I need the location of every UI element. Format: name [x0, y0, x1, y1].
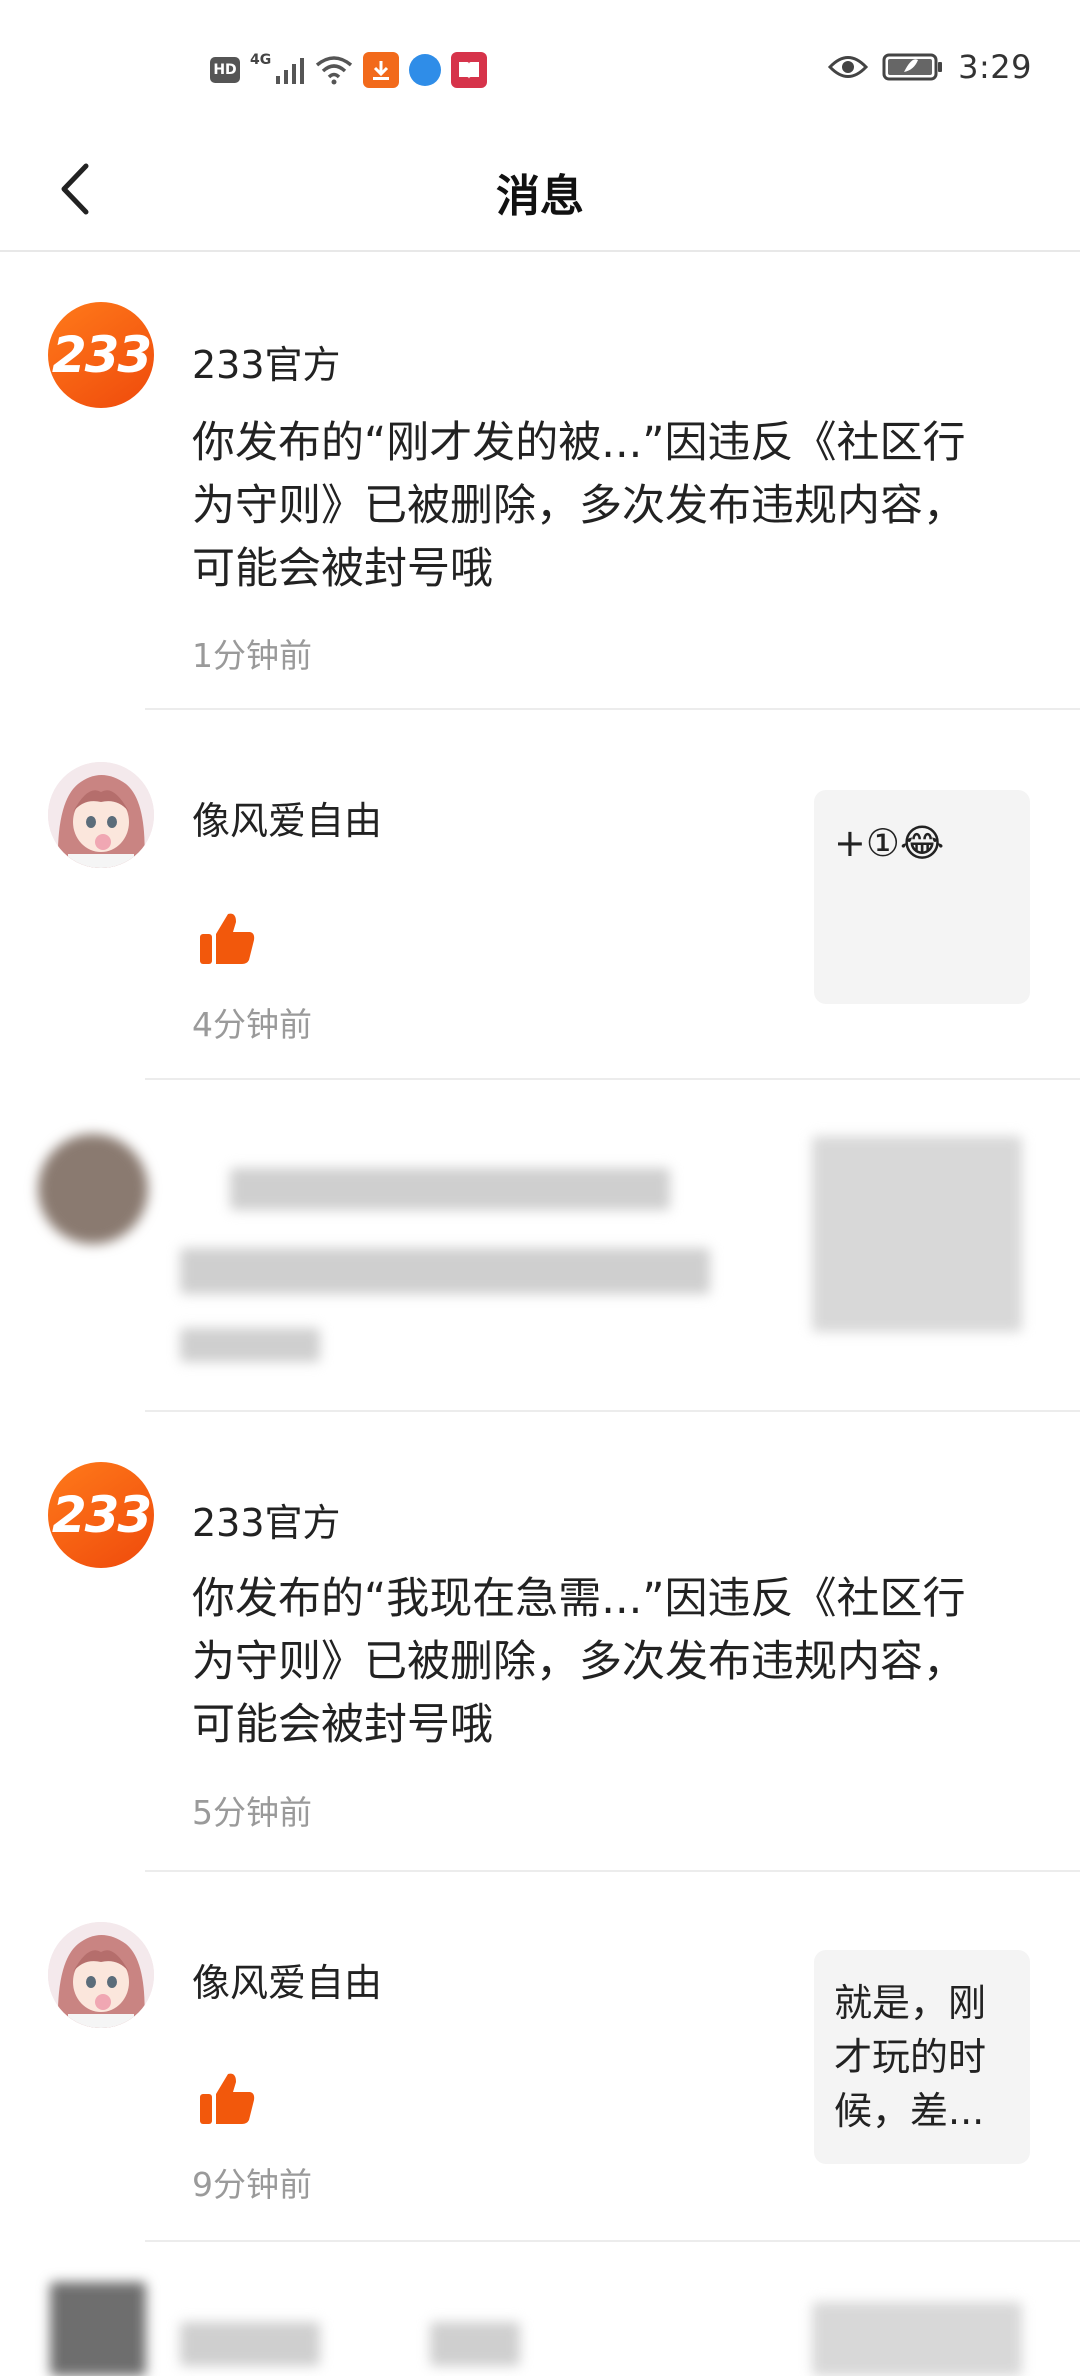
original-content-preview[interactable]: +①😂 — [814, 790, 1030, 1004]
avatar[interactable]: 233 — [48, 302, 154, 408]
blurred-avatar — [50, 2282, 146, 2376]
message-text: 你发布的“我现在急需...”因违反《社区行为守则》已被删除，多次发布违规内容，可… — [192, 1574, 966, 1750]
browser-app-icon — [409, 54, 442, 86]
thumbs-up-icon — [200, 913, 255, 964]
avatar[interactable]: 233 — [48, 1462, 154, 1568]
battery-icon — [882, 53, 943, 81]
blurred-preview — [812, 2302, 1022, 2376]
sender-name[interactable]: 像风爱自由 — [192, 1952, 382, 2007]
message-item[interactable]: 233 233官方 你发布的“刚才发的被...”因违反《社区行为守则》已被删除，… — [0, 254, 1080, 704]
message-time: 5分钟前 — [192, 1793, 312, 1832]
sender-name[interactable]: 233官方 — [192, 334, 341, 389]
message-item[interactable]: 233 233官方 你发布的“我现在急需...”因违反《社区行为守则》已被删除，… — [0, 1412, 1080, 1870]
avatar[interactable] — [48, 1922, 154, 2028]
original-content-preview[interactable]: 就是，刚才玩的时候，差... — [814, 1950, 1030, 2164]
anime-avatar-image — [48, 762, 154, 868]
avatar[interactable] — [48, 762, 154, 868]
download-app-icon — [363, 52, 400, 88]
message-time: 1分钟前 — [192, 636, 312, 675]
page-title: 消息 — [496, 171, 584, 222]
blurred-name — [230, 1168, 670, 1210]
sender-name[interactable]: 233官方 — [192, 1492, 341, 1547]
message-item-blurred[interactable] — [0, 1080, 1080, 1410]
sender-name[interactable]: 像风爱自由 — [192, 790, 382, 845]
thumbs-up-icon — [200, 2073, 255, 2124]
book-app-icon — [451, 52, 488, 88]
message-time: 9分钟前 — [192, 2165, 312, 2204]
avatar-logo-text: 233 — [51, 1486, 152, 1544]
message-item[interactable]: 像风爱自由 9分钟前 就是，刚才玩的时候，差... — [0, 1872, 1080, 2242]
nav-bar: 消息 — [0, 130, 1080, 252]
wifi-icon — [316, 56, 353, 85]
message-item[interactable]: 像风爱自由 4分钟前 +①😂 — [0, 710, 1080, 1078]
message-text: 你发布的“刚才发的被...”因违反《社区行为守则》已被删除，多次发布违规内容，可… — [192, 418, 966, 594]
cellular-signal-icon — [276, 58, 305, 84]
blurred-preview — [812, 1136, 1022, 1332]
status-icons-left: HD 4G — [210, 52, 488, 88]
message-item-blurred[interactable] — [0, 2242, 1080, 2376]
blurred-name — [180, 2322, 320, 2366]
avatar-logo-text: 233 — [51, 326, 152, 384]
blurred-avatar — [38, 1134, 148, 1244]
status-bar: HD 4G 3:29 — [0, 0, 1080, 130]
eye-icon — [828, 56, 869, 78]
message-time: 4分钟前 — [192, 1005, 312, 1044]
clock: 3:29 — [958, 48, 1032, 86]
hd-badge: HD — [210, 57, 240, 83]
blurred-time — [180, 1328, 320, 1362]
blurred-name-part — [430, 2322, 520, 2366]
anime-avatar-image — [48, 1922, 154, 2028]
status-icons-right: 3:29 — [828, 48, 1032, 86]
network-type: 4G — [250, 52, 272, 68]
blurred-text — [180, 1248, 710, 1294]
